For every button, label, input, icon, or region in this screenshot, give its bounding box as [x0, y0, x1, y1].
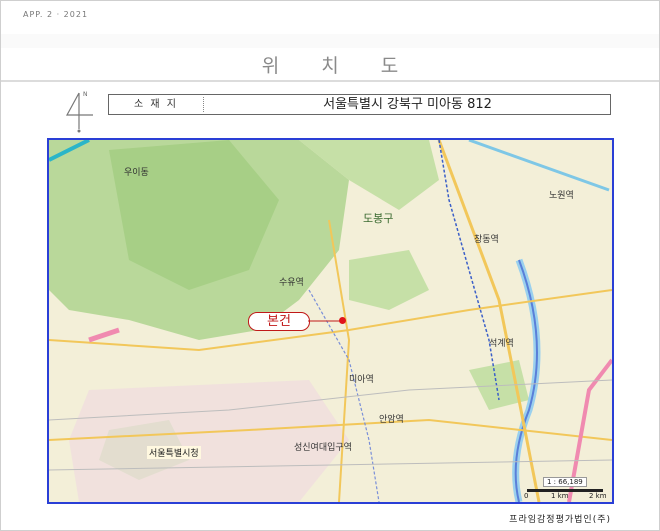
district-label: 도봉구 [363, 212, 394, 225]
page-id: APP. 2 · 2021 [23, 10, 89, 19]
subject-marker-label: 본건 [248, 312, 310, 331]
city-hall-label: 서울특별시청 [147, 446, 201, 459]
firm-name: 프라임감정평가법인(주) [509, 515, 611, 525]
title-divider [1, 80, 659, 82]
north-arrow-icon: N [59, 89, 99, 133]
map-place-label: 수유역 [279, 278, 304, 288]
map-place-label: 노원역 [549, 191, 574, 201]
scale-ratio: 1 : 66,189 [543, 477, 587, 487]
north-label: N [83, 91, 88, 98]
location-label: 소 재 지 [134, 99, 178, 110]
location-row: 소 재 지 서울특별시 강북구 미아동 812 [108, 94, 611, 115]
document-page: APP. 2 · 2021 위 치 도 N 소 재 지 서울특별시 강북구 미아… [0, 0, 660, 531]
subject-location-pin [339, 317, 346, 324]
page-title: 위 치 도 [261, 55, 417, 77]
location-address: 서울특별시 강북구 미아동 812 [323, 97, 492, 112]
map-place-label: 우이동 [124, 168, 149, 178]
map-place-label: 석계역 [489, 339, 514, 349]
scale-tick: 1 km [551, 492, 569, 500]
map-place-label: 안암역 [379, 415, 404, 425]
map-scale: 1 : 66,189 0 1 km 2 km [521, 477, 607, 500]
scale-tick: 2 km [589, 492, 607, 500]
map-place-label: 성신여대입구역 [294, 443, 352, 453]
map-place-label: 창동역 [474, 235, 499, 245]
scale-tick: 0 [524, 492, 529, 500]
map-place-label: 미아역 [349, 375, 374, 385]
